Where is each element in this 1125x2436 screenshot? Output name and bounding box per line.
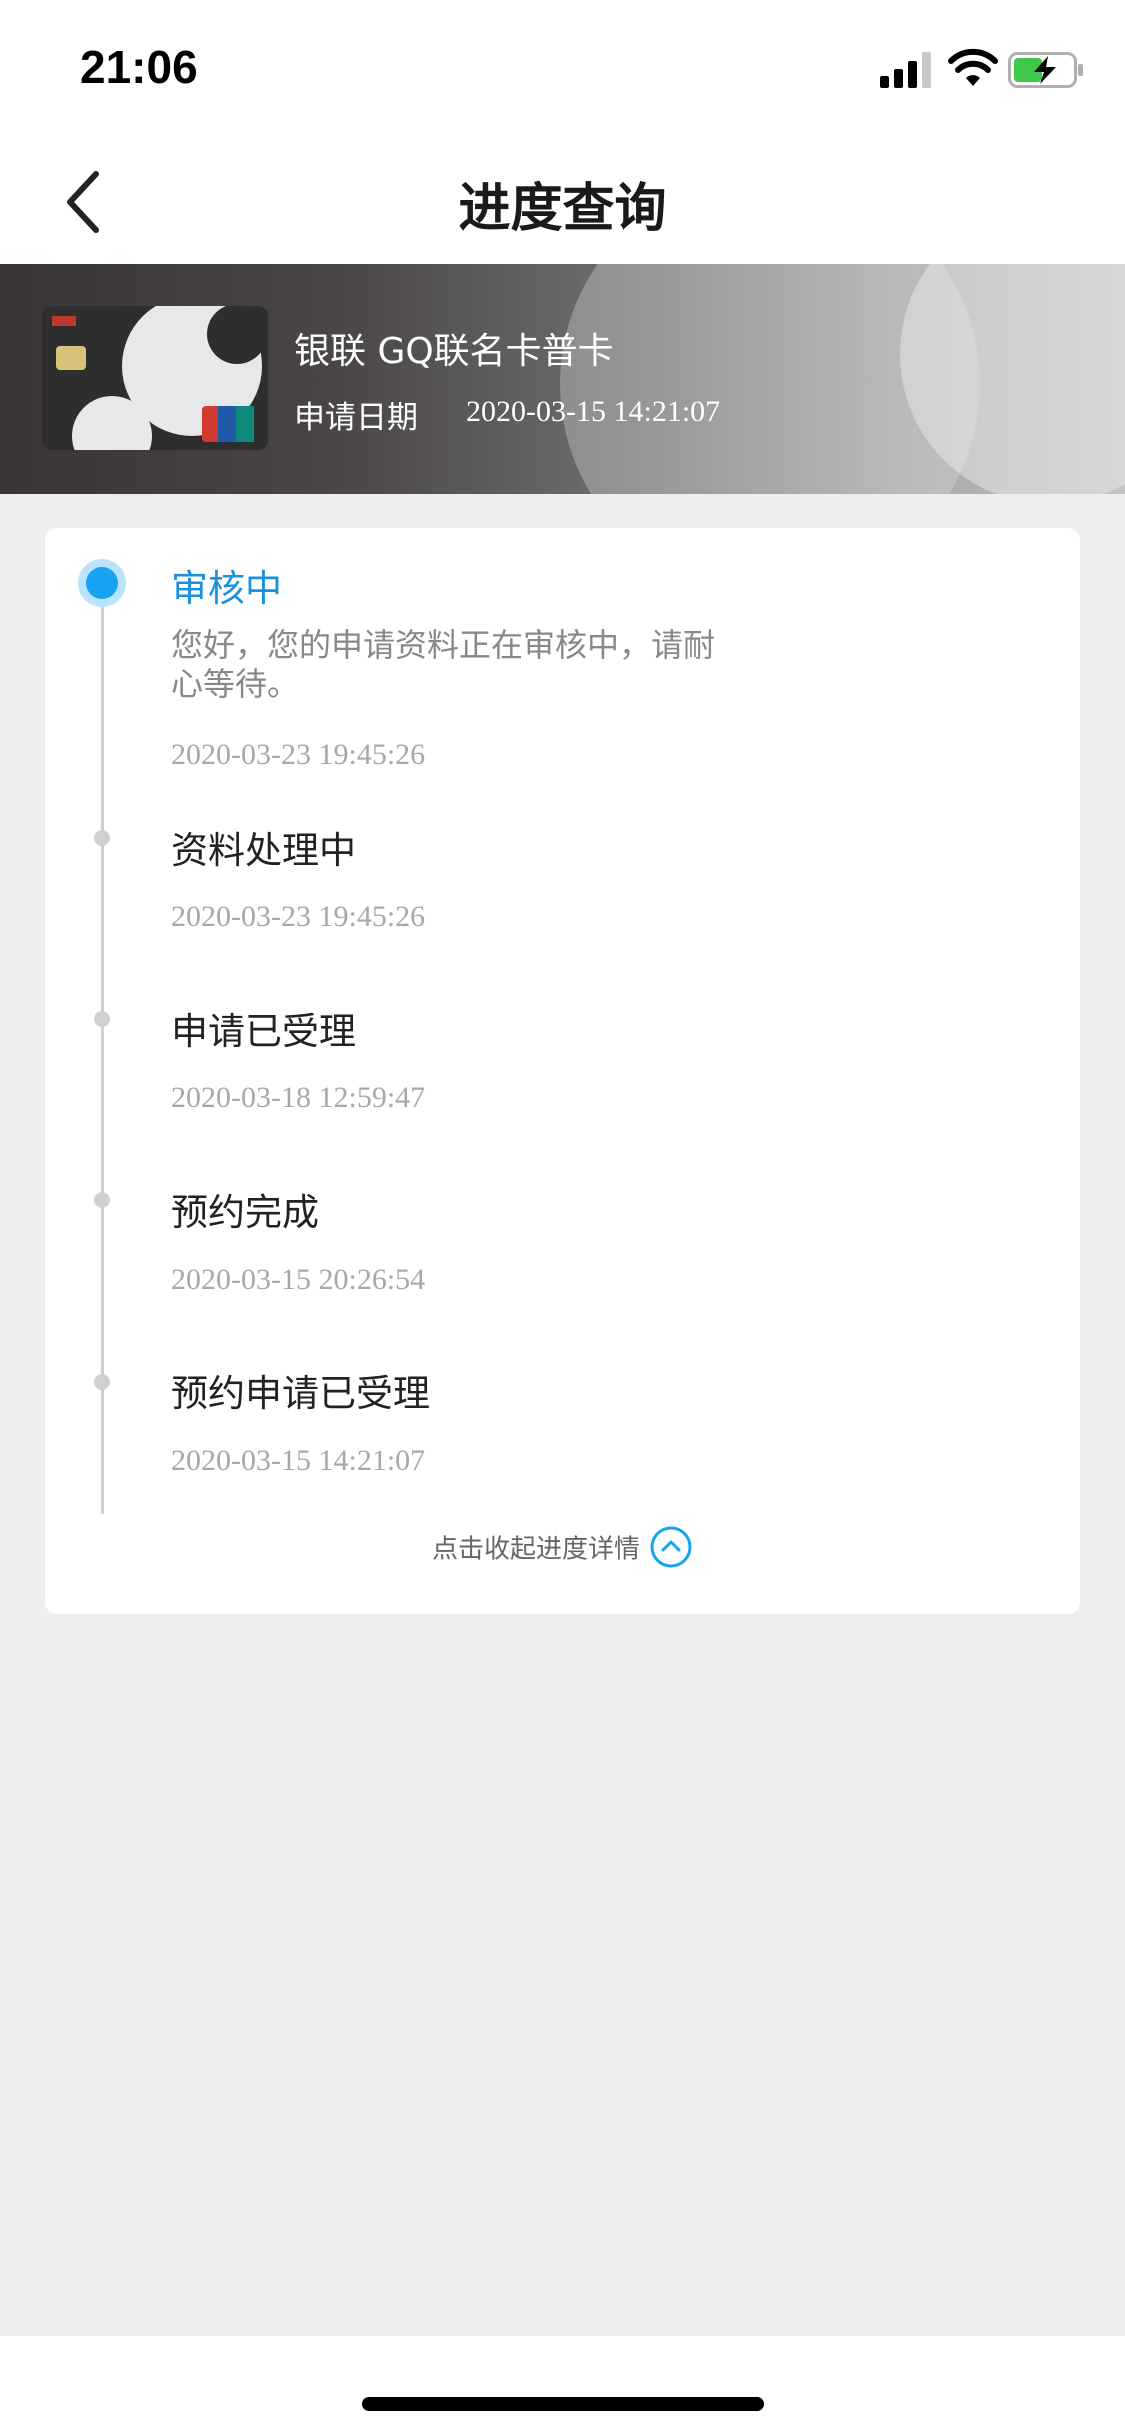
apply-date-label: 申请日期: [294, 400, 418, 436]
timeline-node: [94, 1192, 110, 1208]
step-title: 审核中: [171, 567, 282, 610]
battery-charging-icon: [1008, 52, 1083, 88]
collapse-label: 点击收起进度详情: [431, 1534, 640, 1565]
chevron-up-circle-icon: [650, 1526, 692, 1568]
step-time: 2020-03-15 14:21:07: [171, 1444, 426, 1477]
credit-card-image: [42, 306, 268, 450]
step-time: 2020-03-18 12:59:47: [171, 1081, 426, 1114]
card-name: 银联 GQ联名卡普卡: [294, 331, 614, 372]
step-title: 预约完成: [171, 1191, 319, 1234]
timeline-node: [94, 1011, 110, 1027]
status-bar: 21:06: [0, 0, 1125, 132]
step-title: 资料处理中: [171, 829, 356, 872]
step-title: 申请已受理: [171, 1010, 356, 1053]
wifi-icon: [948, 48, 998, 86]
card-summary: 银联 GQ联名卡普卡 申请日期 2020-03-15 14:21:07: [0, 264, 1125, 494]
timeline-node-active: [78, 559, 126, 607]
home-indicator[interactable]: [362, 2397, 764, 2411]
page-title: 进度查询: [458, 179, 667, 239]
home-indicator-area: [0, 2336, 1125, 2436]
timeline-node: [94, 830, 110, 846]
collapse-details-button[interactable]: 点击收起进度详情: [0, 1525, 1125, 1575]
step-time: 2020-03-23 19:45:26: [171, 738, 426, 771]
apply-date-value: 2020-03-15 14:21:07: [466, 395, 721, 428]
step-time: 2020-03-23 19:45:26: [171, 900, 426, 933]
status-time: 21:06: [80, 41, 198, 93]
step-description: 您好，您的申请资料正在审核中，请耐心等待。: [171, 626, 716, 703]
app-screen: 21:06 进度查询 银联 GQ联名卡普卡 申请日期 2020-03-15 14…: [0, 0, 1125, 2436]
cellular-signal-icon: [880, 52, 931, 88]
step-time: 2020-03-15 20:26:54: [171, 1263, 426, 1296]
timeline-node: [94, 1374, 110, 1390]
nav-bar: 进度查询: [0, 132, 1125, 264]
step-title: 预约申请已受理: [171, 1372, 430, 1415]
